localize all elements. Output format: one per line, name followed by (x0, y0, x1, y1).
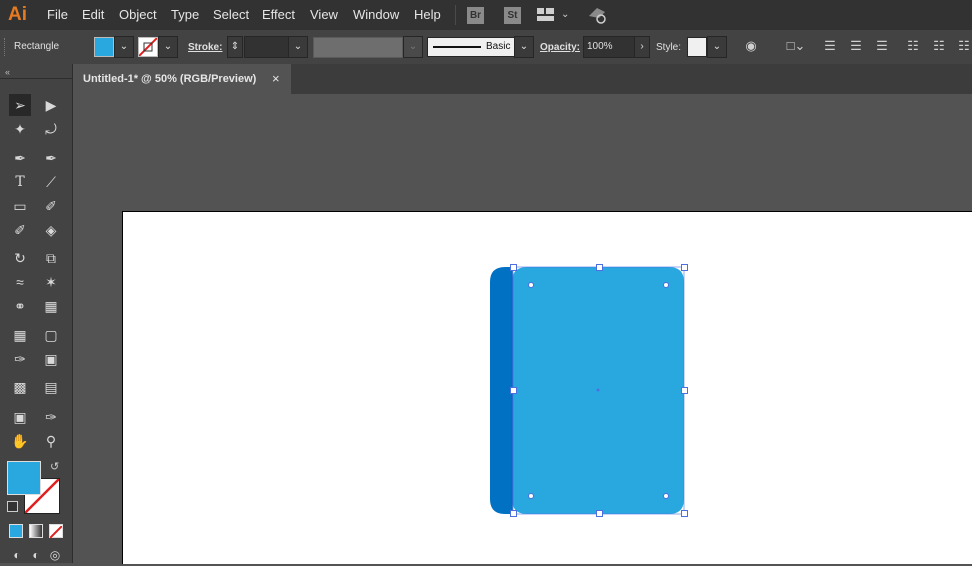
artwork-layer (490, 266, 685, 515)
corner-widget-top-left[interactable] (528, 282, 534, 288)
handle-middle-right[interactable] (681, 387, 688, 394)
corner-widget-bottom-left[interactable] (528, 493, 534, 499)
back-rectangle (490, 267, 512, 514)
handle-bottom-right[interactable] (681, 510, 688, 517)
handle-top-left[interactable] (510, 264, 517, 271)
corner-widget-bottom-right[interactable] (663, 493, 669, 499)
handle-top-right[interactable] (681, 264, 688, 271)
handle-top-center[interactable] (596, 264, 603, 271)
handle-bottom-center[interactable] (596, 510, 603, 517)
center-point (596, 388, 600, 392)
handle-middle-left[interactable] (510, 387, 517, 394)
corner-widget-top-right[interactable] (663, 282, 669, 288)
handle-bottom-left[interactable] (510, 510, 517, 517)
